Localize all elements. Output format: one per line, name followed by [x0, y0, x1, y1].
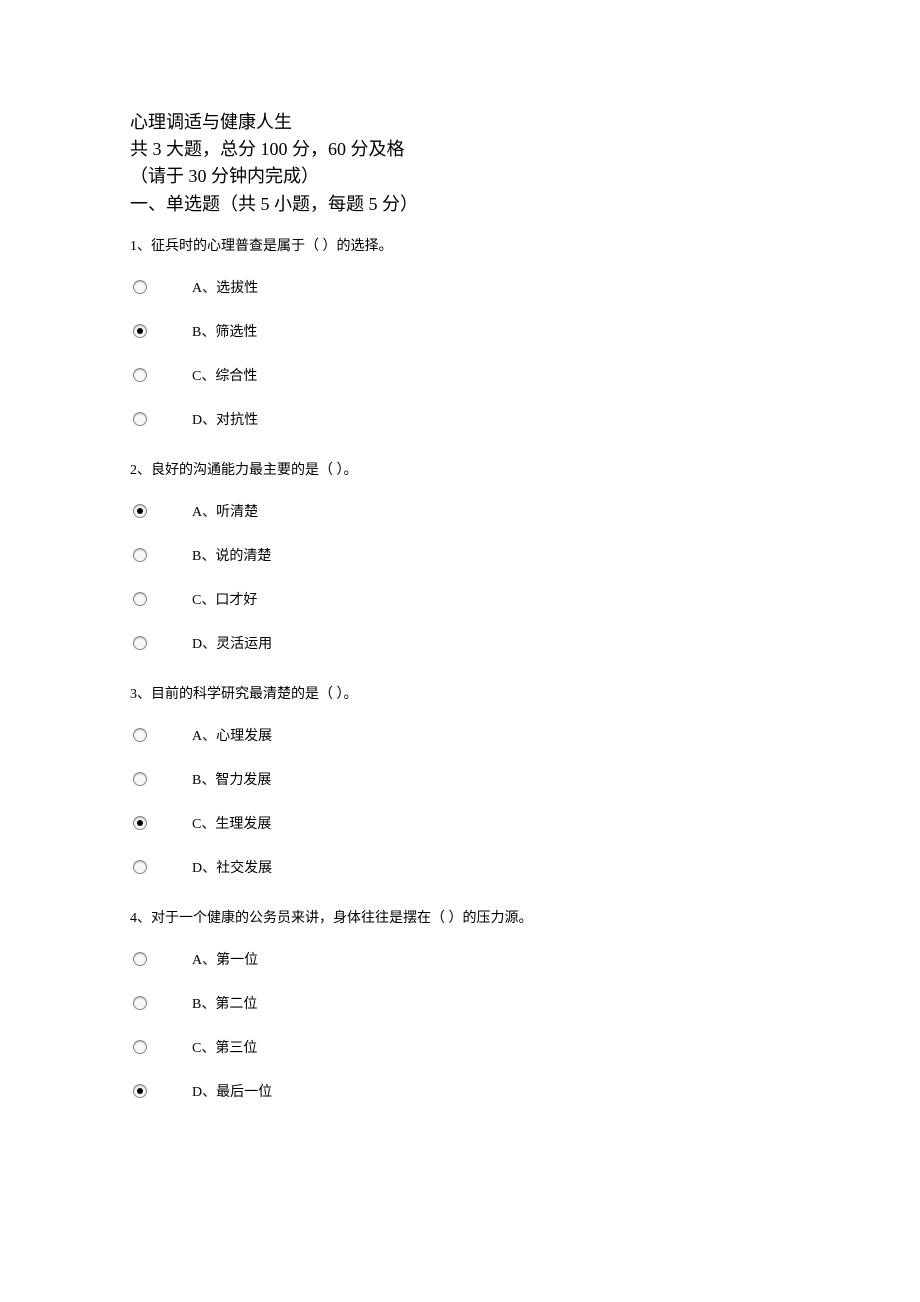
- option-row[interactable]: C、生理发展: [130, 801, 790, 845]
- option-label: A、第一位: [192, 949, 258, 969]
- option-label: D、社交发展: [192, 857, 272, 877]
- question-text: 2、良好的沟通能力最主要的是（ ）。: [130, 459, 790, 479]
- options-list: A、选拔性 B、筛选性 C、综合性 D、对抗性: [130, 265, 790, 441]
- option-label: D、灵活运用: [192, 633, 272, 653]
- radio-button[interactable]: [130, 949, 150, 969]
- option-row[interactable]: A、心理发展: [130, 713, 790, 757]
- options-list: A、第一位 B、第二位 C、第三位 D、最后一位: [130, 937, 790, 1113]
- option-label: D、对抗性: [192, 409, 258, 429]
- option-row[interactable]: D、灵活运用: [130, 621, 790, 665]
- option-label: B、智力发展: [192, 769, 271, 789]
- exam-title: 心理调适与健康人生: [130, 110, 790, 135]
- radio-button[interactable]: [130, 725, 150, 745]
- option-label: D、最后一位: [192, 1081, 272, 1101]
- radio-button[interactable]: [130, 545, 150, 565]
- radio-button[interactable]: [130, 1081, 150, 1101]
- option-label: C、第三位: [192, 1037, 257, 1057]
- option-label: A、选拔性: [192, 277, 258, 297]
- questions-container: 1、征兵时的心理普查是属于（ ）的选择。 A、选拔性 B、筛选性 C、综合性 D、对抗性…: [130, 235, 790, 1113]
- option-label: B、第二位: [192, 993, 257, 1013]
- question-text: 4、对于一个健康的公务员来讲，身体往往是摆在（ ）的压力源。: [130, 907, 790, 927]
- option-label: B、筛选性: [192, 321, 257, 341]
- option-label: C、生理发展: [192, 813, 271, 833]
- option-row[interactable]: B、筛选性: [130, 309, 790, 353]
- question-text: 1、征兵时的心理普查是属于（ ）的选择。: [130, 235, 790, 255]
- option-label: C、综合性: [192, 365, 257, 385]
- radio-button[interactable]: [130, 365, 150, 385]
- question-block: 2、良好的沟通能力最主要的是（ ）。 A、听清楚 B、说的清楚 C、口才好 D、灵活运用: [130, 459, 790, 665]
- question-block: 3、目前的科学研究最清楚的是（ ）。 A、心理发展 B、智力发展 C、生理发展 D、社交…: [130, 683, 790, 889]
- option-label: C、口才好: [192, 589, 257, 609]
- radio-button[interactable]: [130, 589, 150, 609]
- option-row[interactable]: B、第二位: [130, 981, 790, 1025]
- options-list: A、听清楚 B、说的清楚 C、口才好 D、灵活运用: [130, 489, 790, 665]
- option-label: A、听清楚: [192, 501, 258, 521]
- radio-button[interactable]: [130, 321, 150, 341]
- radio-button[interactable]: [130, 769, 150, 789]
- radio-button[interactable]: [130, 501, 150, 521]
- page: 心理调适与健康人生 共 3 大题，总分 100 分，60 分及格 （请于 30 …: [0, 0, 790, 1113]
- option-label: B、说的清楚: [192, 545, 271, 565]
- radio-button[interactable]: [130, 813, 150, 833]
- radio-button[interactable]: [130, 633, 150, 653]
- question-block: 1、征兵时的心理普查是属于（ ）的选择。 A、选拔性 B、筛选性 C、综合性 D、对抗性: [130, 235, 790, 441]
- option-row[interactable]: D、社交发展: [130, 845, 790, 889]
- option-row[interactable]: D、最后一位: [130, 1069, 790, 1113]
- radio-button[interactable]: [130, 409, 150, 429]
- option-row[interactable]: A、听清楚: [130, 489, 790, 533]
- option-label: A、心理发展: [192, 725, 272, 745]
- question-block: 4、对于一个健康的公务员来讲，身体往往是摆在（ ）的压力源。 A、第一位 B、第二位…: [130, 907, 790, 1113]
- options-list: A、心理发展 B、智力发展 C、生理发展 D、社交发展: [130, 713, 790, 889]
- exam-summary: 共 3 大题，总分 100 分，60 分及格: [130, 137, 790, 162]
- option-row[interactable]: A、选拔性: [130, 265, 790, 309]
- option-row[interactable]: A、第一位: [130, 937, 790, 981]
- option-row[interactable]: B、说的清楚: [130, 533, 790, 577]
- question-text: 3、目前的科学研究最清楚的是（ ）。: [130, 683, 790, 703]
- radio-button[interactable]: [130, 993, 150, 1013]
- exam-time-note: （请于 30 分钟内完成）: [130, 164, 790, 189]
- option-row[interactable]: D、对抗性: [130, 397, 790, 441]
- radio-button[interactable]: [130, 857, 150, 877]
- radio-button[interactable]: [130, 277, 150, 297]
- option-row[interactable]: B、智力发展: [130, 757, 790, 801]
- option-row[interactable]: C、综合性: [130, 353, 790, 397]
- option-row[interactable]: C、第三位: [130, 1025, 790, 1069]
- radio-button[interactable]: [130, 1037, 150, 1057]
- section-heading: 一、单选题（共 5 小题，每题 5 分）: [130, 192, 790, 217]
- option-row[interactable]: C、口才好: [130, 577, 790, 621]
